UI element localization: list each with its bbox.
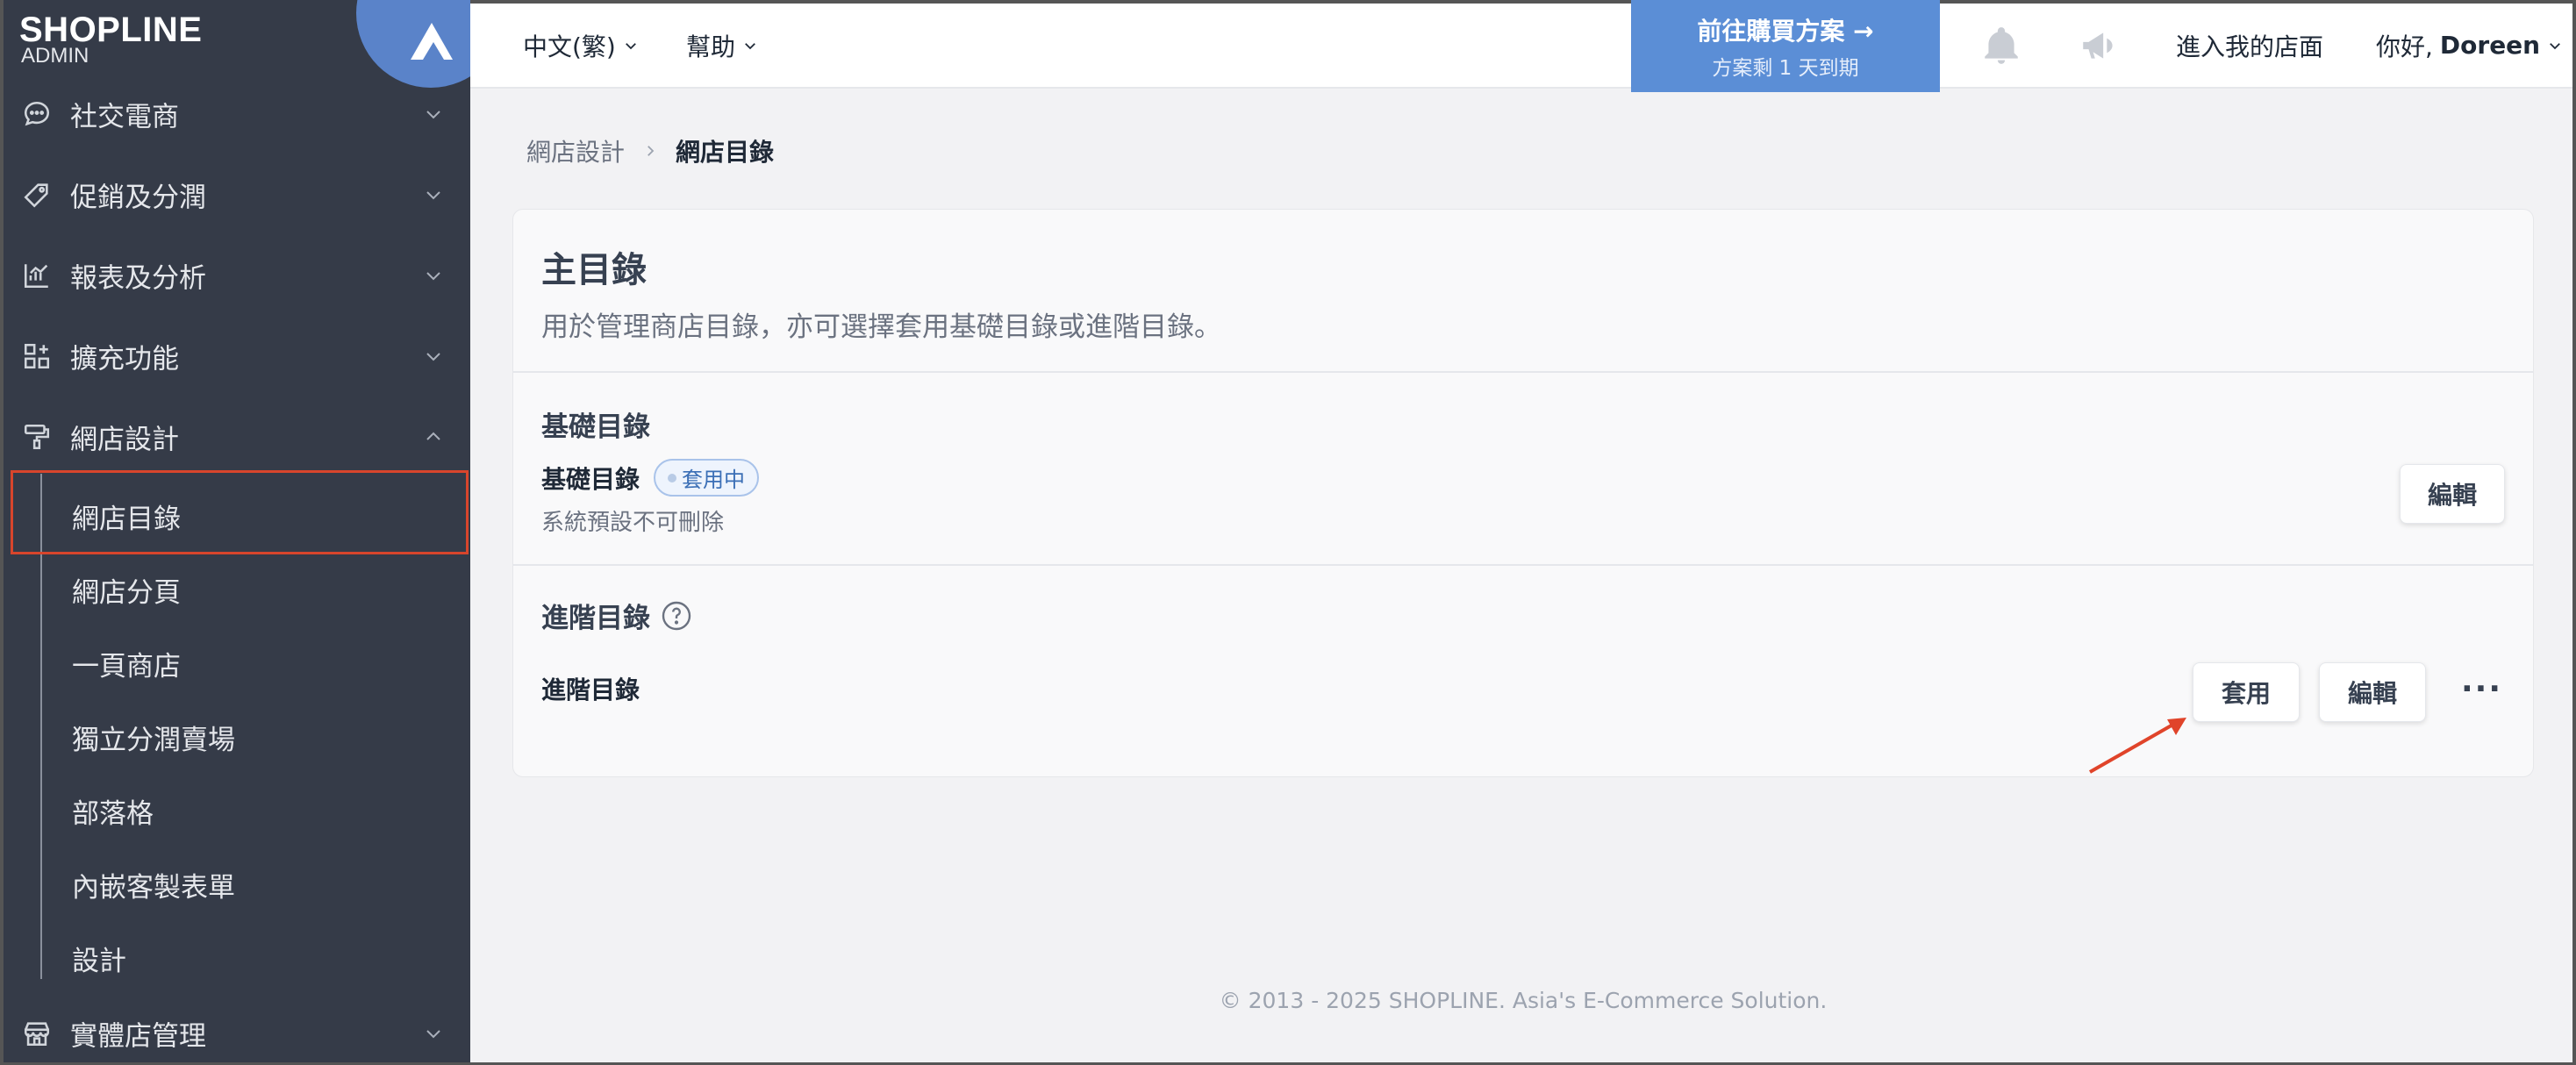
advanced-catalog-label: 進階目錄 (541, 675, 640, 704)
footer: © 2013 - 2025 SHOPLINE. Asia's E-Commerc… (1219, 988, 1828, 1013)
sidebar-item-label: 社交電商 (70, 101, 179, 133)
sidebar-item-label: 網店設計 (70, 424, 179, 456)
sidebar-item-store-design[interactable]: 網店設計 (4, 397, 470, 477)
enter-store-link[interactable]: 進入我的店面 (2176, 28, 2323, 63)
divider (513, 371, 2533, 373)
breadcrumb: 網店設計 網店目錄 (526, 133, 774, 168)
top-bar: 中文(繁) 幫助 前往購買方案 → 方案剩 1 天到期 進入我的店面 你好, D… (470, 0, 2576, 92)
chevron-right-icon (648, 146, 655, 156)
chevron-down-icon (426, 1030, 440, 1039)
main-catalog-card: 主目錄 用於管理商店目錄，亦可選擇套用基礎目錄或進階目錄。 基礎目錄 基礎目錄 … (512, 209, 2534, 777)
basic-catalog-row: 基礎目錄 套用中 (541, 459, 760, 497)
sidebar-item-label: 實體店管理 (70, 1020, 206, 1053)
apps-grid-icon (21, 340, 53, 372)
tag-icon (21, 179, 53, 211)
chevron-down-icon (745, 42, 755, 49)
basic-catalog-section-title: 基礎目錄 (541, 411, 650, 443)
chat-bubble-icon (21, 98, 53, 130)
sidebar-subitem-blog[interactable]: 部落格 (72, 791, 154, 831)
megaphone-icon[interactable] (2076, 24, 2123, 68)
language-selector[interactable]: 中文(繁) (523, 28, 639, 63)
sidebar-subitem-affiliate-store[interactable]: 獨立分潤賣場 (72, 718, 235, 757)
breadcrumb-parent[interactable]: 網店設計 (526, 133, 625, 168)
sidebar-subitem-store-pages[interactable]: 網店分頁 (72, 570, 181, 610)
basic-catalog-label: 基礎目錄 (541, 464, 640, 494)
paint-roller-icon (21, 421, 53, 453)
buy-plan-button[interactable]: 前往購買方案 → 方案剩 1 天到期 (1631, 0, 1940, 92)
sidebar-subitem-embedded-forms[interactable]: 內嵌客製表單 (72, 865, 235, 904)
help-menu[interactable]: 幫助 (686, 28, 758, 63)
sidebar-item-reports[interactable]: 報表及分析 (4, 235, 470, 316)
annotation-arrow-icon (2089, 718, 2186, 774)
chevron-down-icon (426, 353, 440, 361)
advanced-edit-button[interactable]: 編輯 (2319, 662, 2426, 722)
sidebar-subitem-store-catalog[interactable]: 網店目錄 (72, 497, 181, 536)
apply-button[interactable]: 套用 (2193, 662, 2300, 722)
sidebar-item-label: 擴充功能 (70, 343, 179, 375)
chevron-down-icon (426, 272, 440, 281)
chevron-down-icon (426, 191, 440, 200)
chevron-up-icon (426, 432, 440, 440)
sidebar-item-label: 報表及分析 (70, 262, 206, 295)
status-dot-icon (668, 473, 677, 482)
sidebar-item-extensions[interactable]: 擴充功能 (4, 316, 470, 397)
page-title: 主目錄 (541, 250, 647, 290)
basic-edit-button[interactable]: 編輯 (2400, 464, 2505, 524)
divider (513, 564, 2533, 566)
sidebar-item-label: 促銷及分潤 (70, 182, 206, 214)
promo-subtitle: 方案剩 1 天到期 (1712, 57, 1859, 80)
status-badge: 套用中 (654, 459, 760, 497)
breadcrumb-current: 網店目錄 (676, 138, 775, 167)
sidebar-item-retail-store[interactable]: 實體店管理 (4, 993, 470, 1065)
sidebar-item-social-commerce[interactable]: 社交電商 (4, 74, 470, 154)
store-icon (21, 1018, 53, 1049)
chart-icon (21, 260, 53, 291)
sidebar-subitem-one-page-store[interactable]: 一頁商店 (72, 644, 181, 683)
promo-title: 前往購買方案 → (1697, 17, 1874, 46)
sidebar-subitem-design[interactable]: 設計 (72, 939, 126, 978)
logo-area: SHOPLINE ADMIN (4, 0, 470, 88)
sidebar-item-promotions[interactable]: 促銷及分潤 (4, 154, 470, 235)
bell-icon[interactable] (1979, 24, 2023, 68)
basic-catalog-note: 系統預設不可刪除 (541, 510, 725, 536)
page-description: 用於管理商店目錄，亦可選擇套用基礎目錄或進階目錄。 (541, 311, 1221, 343)
user-menu[interactable]: 你好, Doreen (2376, 28, 2563, 63)
more-options-icon[interactable]: ··· (2461, 671, 2502, 707)
logo-sub: ADMIN (21, 44, 89, 68)
question-circle-icon[interactable] (661, 600, 692, 632)
sidebar: SHOPLINE ADMIN 社交電商 促銷及分潤 報表及分析 擴充功能 網店設… (0, 0, 470, 1065)
chevron-down-icon (625, 42, 636, 49)
chevron-down-icon (2550, 42, 2560, 49)
chevron-down-icon (426, 111, 440, 119)
user-name: Doreen (2439, 31, 2541, 60)
advanced-catalog-section-title: 進階目錄 (541, 596, 692, 635)
